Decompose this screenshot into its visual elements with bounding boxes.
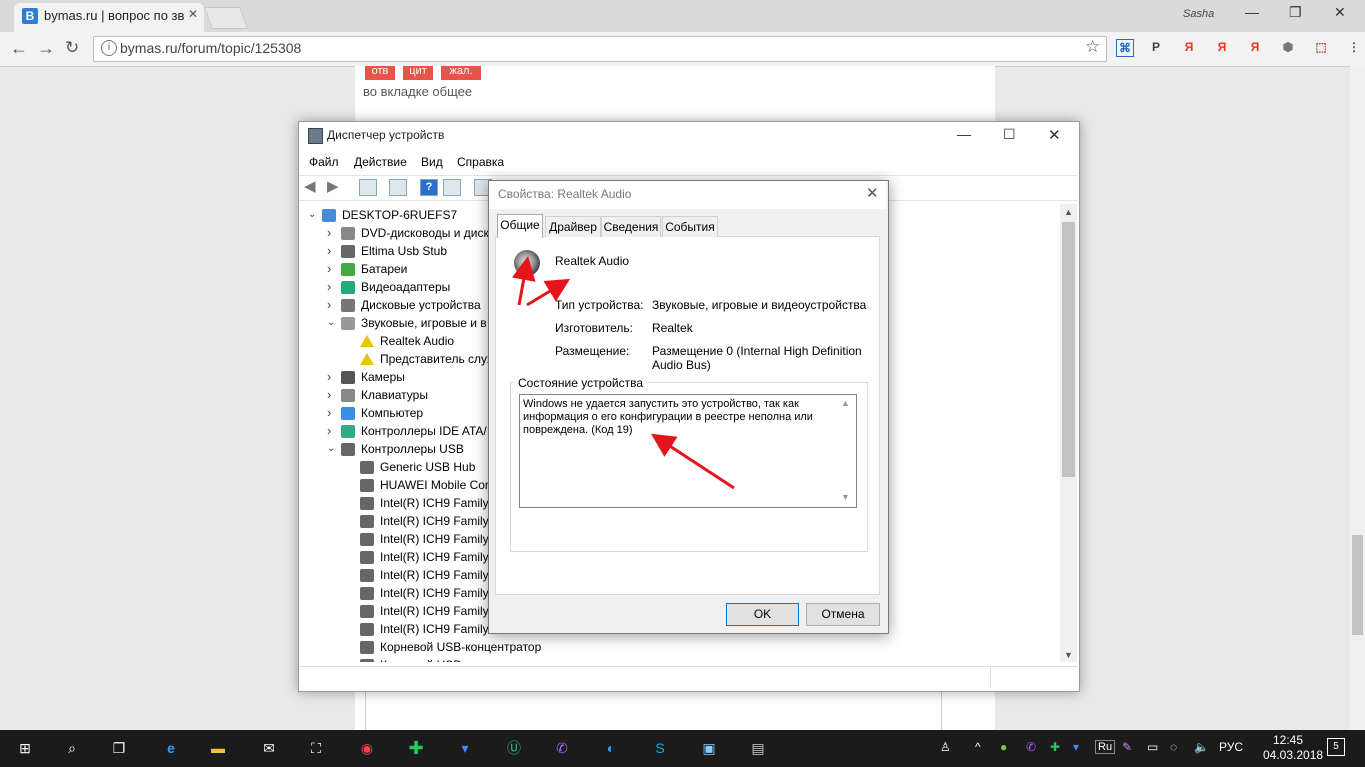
- tray-viber-icon[interactable]: ✆: [1026, 740, 1036, 754]
- browser-c-icon[interactable]: ◐: [600, 737, 622, 759]
- battery-tray-icon[interactable]: ▭: [1147, 740, 1158, 754]
- mail-icon[interactable]: ✉: [258, 737, 280, 759]
- tray-vpn-icon[interactable]: ▾: [1073, 740, 1079, 754]
- file-explorer-icon[interactable]: ▬: [207, 737, 229, 759]
- u-app-icon[interactable]: Ⓤ: [503, 737, 525, 759]
- device-manager-task-icon[interactable]: ▤: [747, 737, 769, 759]
- task-view-icon[interactable]: ❐: [108, 737, 130, 759]
- pen-icon[interactable]: ✎: [1122, 740, 1132, 754]
- clock-date: 04.03.2018: [1263, 748, 1324, 762]
- taskbar: [0, 730, 1365, 767]
- edge-icon[interactable]: e: [160, 737, 182, 759]
- arrow-to-name: [526, 278, 571, 307]
- skype-icon[interactable]: S: [649, 737, 671, 759]
- network-tray-icon[interactable]: ◌: [1170, 740, 1177, 754]
- tray-lang-badge[interactable]: Ru: [1095, 740, 1116, 754]
- network-app-icon[interactable]: ▣: [698, 737, 720, 759]
- start-windows-icon[interactable]: ⊞: [14, 737, 36, 759]
- clock-time: 12:45: [1272, 733, 1304, 747]
- clock[interactable]: 12:45 04.03.2018: [1263, 733, 1324, 763]
- volume-icon[interactable]: 🔈: [1194, 740, 1209, 754]
- clover-icon[interactable]: ✚: [405, 737, 427, 759]
- people-icon[interactable]: ♙: [940, 740, 951, 754]
- tray-expand-icon[interactable]: ^: [975, 740, 981, 754]
- vpn-icon[interactable]: ▾: [454, 737, 476, 759]
- tray-app-icon[interactable]: ●: [1000, 740, 1007, 754]
- input-language[interactable]: РУС: [1219, 740, 1243, 754]
- store-icon[interactable]: ⛶: [305, 737, 327, 759]
- notifications-icon[interactable]: 5: [1327, 738, 1345, 756]
- viber-icon[interactable]: ✆: [551, 737, 573, 759]
- arrow-to-icon: [511, 256, 536, 306]
- search-icon[interactable]: ⌕: [61, 737, 83, 759]
- annotation-arrows: [511, 256, 735, 490]
- arrow-to-status: [650, 433, 735, 490]
- chrome-icon[interactable]: ◉: [356, 737, 378, 759]
- tray-clover-icon[interactable]: ✚: [1050, 740, 1060, 754]
